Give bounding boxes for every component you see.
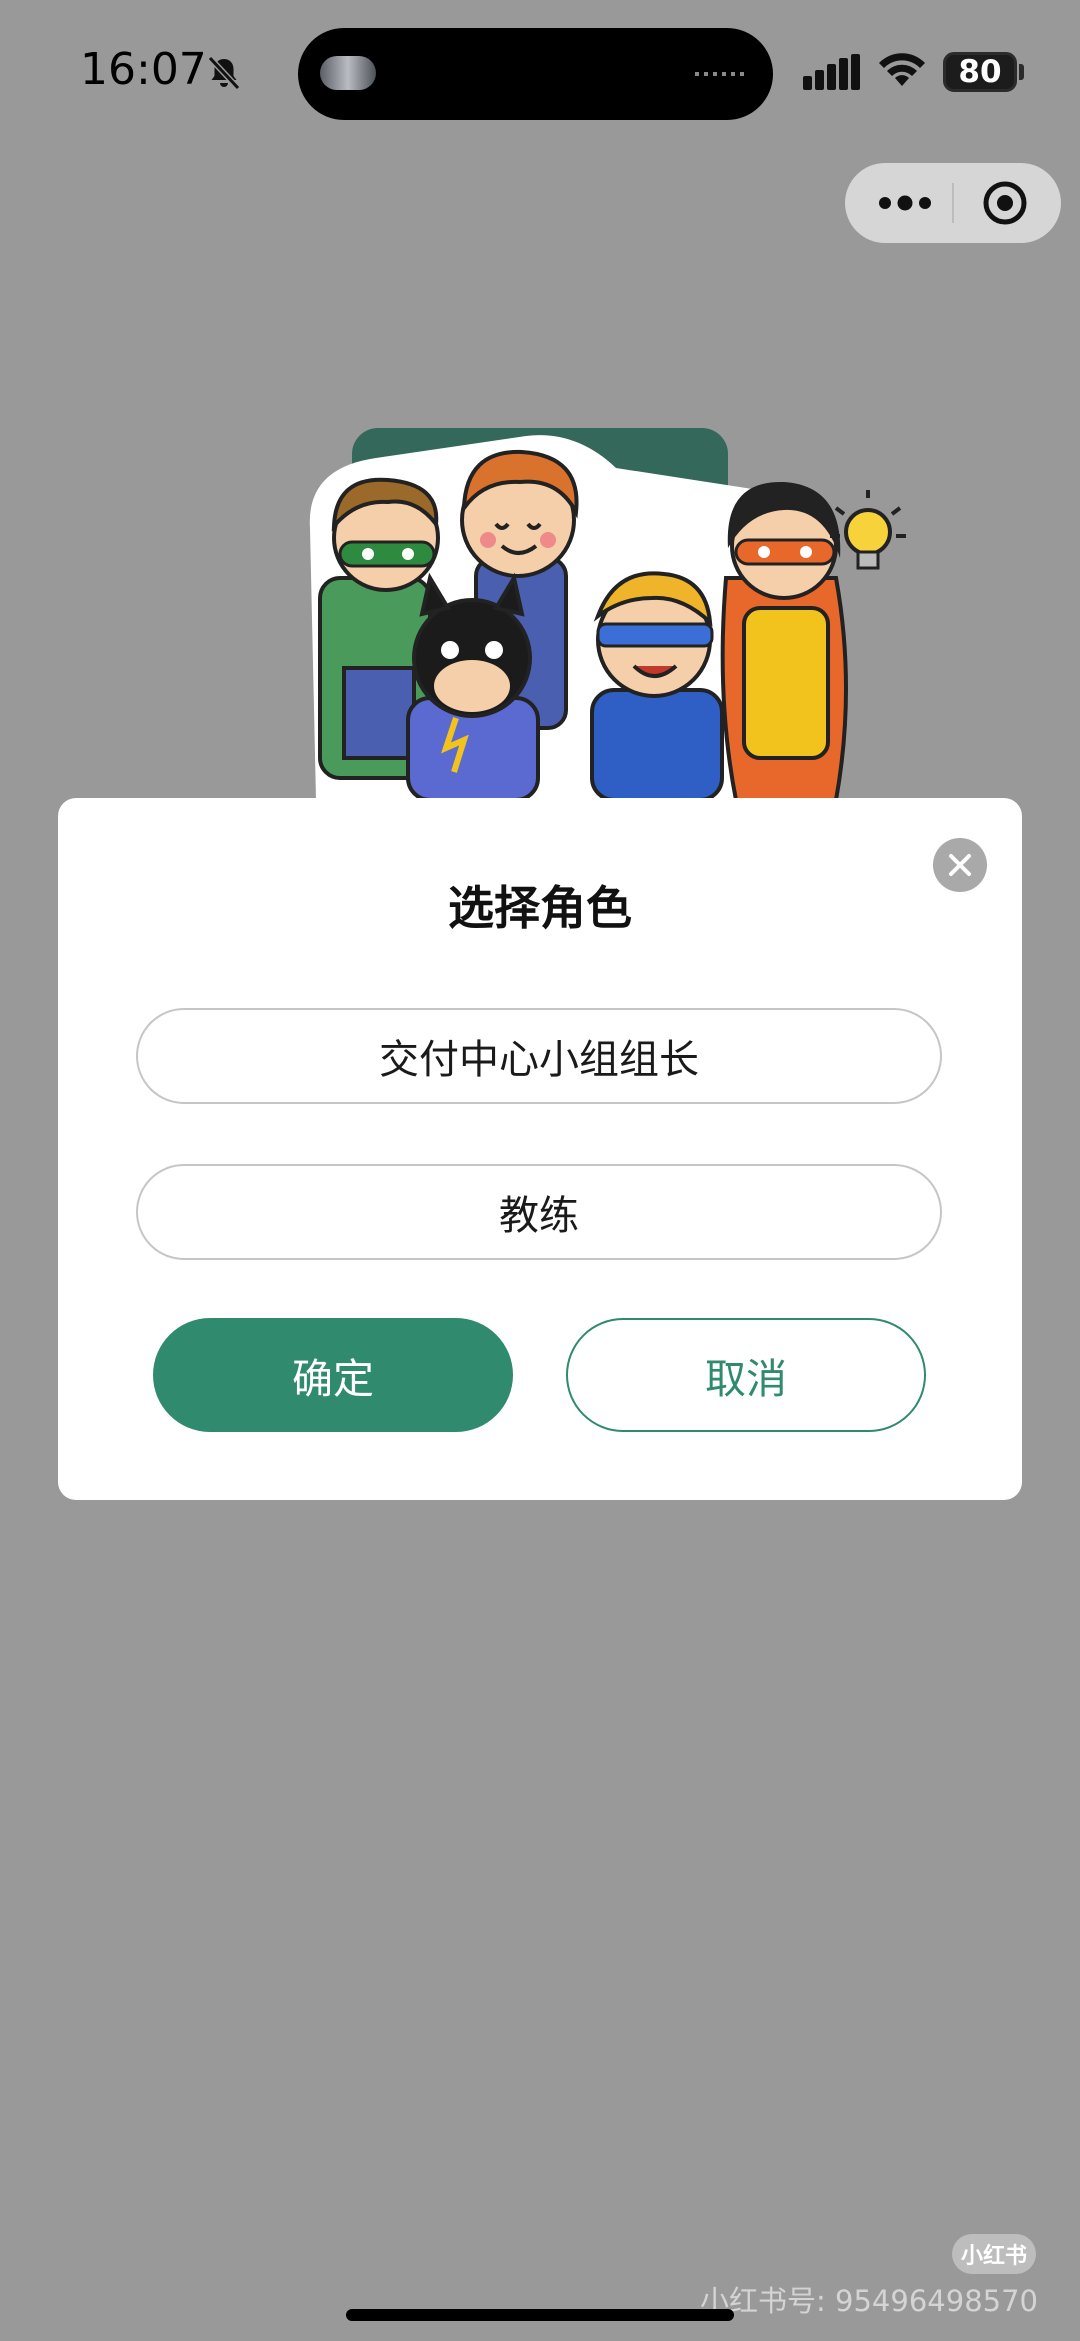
watermark-text: 小红书号: 95496498570: [700, 2284, 1038, 2318]
role-option-label: 教练: [499, 1193, 579, 1239]
more-dots-icon[interactable]: [877, 183, 933, 223]
bat-mask-kid: [406, 572, 540, 800]
battery-icon: 80: [943, 52, 1017, 92]
close-target-icon[interactable]: [982, 180, 1028, 226]
dialog-title: 选择角色: [448, 881, 632, 935]
cellular-signal-icon: [803, 54, 860, 90]
battery-cap: [1019, 64, 1024, 80]
island-thumbnail: [320, 56, 376, 90]
confirm-button[interactable]: 确定: [153, 1318, 513, 1432]
role-option-coach[interactable]: 教练: [136, 1164, 942, 1260]
role-option-delivery-group-leader[interactable]: 交付中心小组组长: [136, 1008, 942, 1104]
dynamic-island: [298, 28, 773, 120]
island-dots: [695, 72, 747, 76]
superhero-kids-illustration: [309, 428, 906, 800]
girl-hero: [720, 481, 848, 800]
xiaohongshu-badge: 小红书: [952, 2234, 1036, 2274]
role-select-dialog: 选择角色 交付中心小组组长 教练 确定 取消: [58, 798, 1022, 1500]
bell-muted-icon: [207, 55, 241, 91]
role-option-label: 交付中心小组组长: [379, 1037, 699, 1083]
miniprogram-capsule: [845, 163, 1061, 243]
home-indicator[interactable]: [346, 2309, 734, 2321]
battery-level: 80: [958, 54, 1002, 90]
cancel-button-label: 取消: [705, 1355, 787, 1403]
light-bulb-icon: [830, 490, 906, 570]
status-time: 16:07: [80, 44, 207, 95]
capsule-divider: [952, 183, 954, 223]
cancel-button[interactable]: 取消: [566, 1318, 926, 1432]
wifi-icon: [879, 53, 925, 86]
confirm-button-label: 确定: [292, 1355, 374, 1403]
